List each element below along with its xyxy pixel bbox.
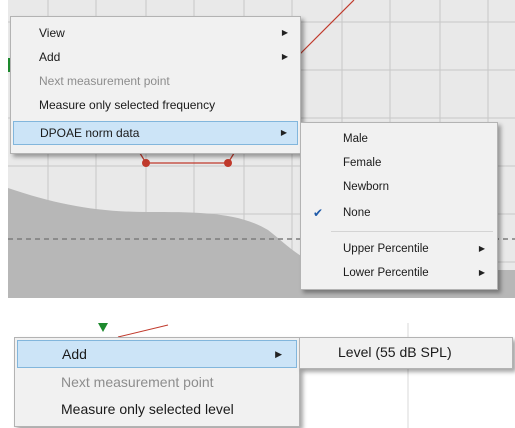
- menu-item-label: View: [39, 26, 65, 40]
- submenu-arrow-icon: ▶: [281, 28, 288, 37]
- menu-item-label: Measure only selected frequency: [39, 98, 216, 112]
- menu-item-label: DPOAE norm data: [40, 126, 140, 140]
- menu-item-label: Add: [62, 346, 87, 362]
- menu-item-dpoae-norm-data[interactable]: DPOAE norm data ▶: [13, 121, 298, 145]
- submenu-arrow-icon: ▶: [281, 52, 288, 61]
- level-marker-icon: [98, 323, 108, 332]
- menu-item-add[interactable]: Add ▶: [13, 45, 298, 69]
- menu-item-label: Add: [39, 50, 61, 64]
- checkmark-icon: ✔: [313, 206, 324, 220]
- menu-item-measure-selected-level[interactable]: Measure only selected level: [17, 395, 297, 423]
- menu-item-view[interactable]: View ▶: [13, 21, 298, 45]
- menu-item-label: Lower Percentile: [343, 267, 429, 279]
- level-context-menu: Add ▶ Next measurement point Measure onl…: [14, 337, 300, 427]
- context-menu: View ▶ Add ▶ Next measurement point Meas…: [10, 16, 301, 154]
- level-curve: [117, 324, 169, 338]
- menu-item-none[interactable]: ✔ None: [303, 201, 495, 225]
- menu-separator: [331, 231, 493, 232]
- menu-item-label: Female: [343, 157, 382, 169]
- menu-item-female[interactable]: Female: [303, 151, 495, 175]
- menu-item-next-measurement-point: Next measurement point: [17, 368, 297, 396]
- menu-item-lower-percentile[interactable]: Lower Percentile ▶: [303, 261, 495, 285]
- menu-item-newborn[interactable]: Newborn: [303, 175, 495, 199]
- menu-item-upper-percentile[interactable]: Upper Percentile ▶: [303, 237, 495, 261]
- menu-item-label: Level (55 dB SPL): [338, 344, 452, 360]
- submenu-arrow-icon: ▶: [275, 349, 282, 359]
- menu-item-next-measurement-point: Next measurement point: [13, 69, 298, 93]
- level-submenu: Level (55 dB SPL): [299, 337, 513, 369]
- menu-item-measure-selected-frequency[interactable]: Measure only selected frequency: [13, 93, 298, 117]
- menu-item-level-55-db-spl[interactable]: Level (55 dB SPL): [302, 338, 510, 366]
- menu-item-label: Male: [343, 133, 368, 145]
- menu-item-label: Next measurement point: [39, 74, 170, 88]
- menu-item-male[interactable]: Male: [303, 127, 495, 151]
- submenu-arrow-icon: ▶: [280, 128, 287, 137]
- menu-item-label: Newborn: [343, 181, 390, 193]
- menu-item-label: Measure only selected level: [61, 401, 234, 417]
- menu-item-label: Next measurement point: [61, 374, 214, 390]
- menu-item-label: Upper Percentile: [343, 243, 429, 255]
- measurement-point: [142, 159, 150, 167]
- submenu-arrow-icon: ▶: [478, 244, 485, 253]
- submenu-arrow-icon: ▶: [478, 268, 485, 277]
- menu-item-label: None: [343, 207, 371, 219]
- norm-data-submenu: Male Female Newborn ✔ None Upper Percent…: [300, 122, 498, 290]
- menu-item-add[interactable]: Add ▶: [17, 340, 297, 368]
- measurement-point: [224, 159, 232, 167]
